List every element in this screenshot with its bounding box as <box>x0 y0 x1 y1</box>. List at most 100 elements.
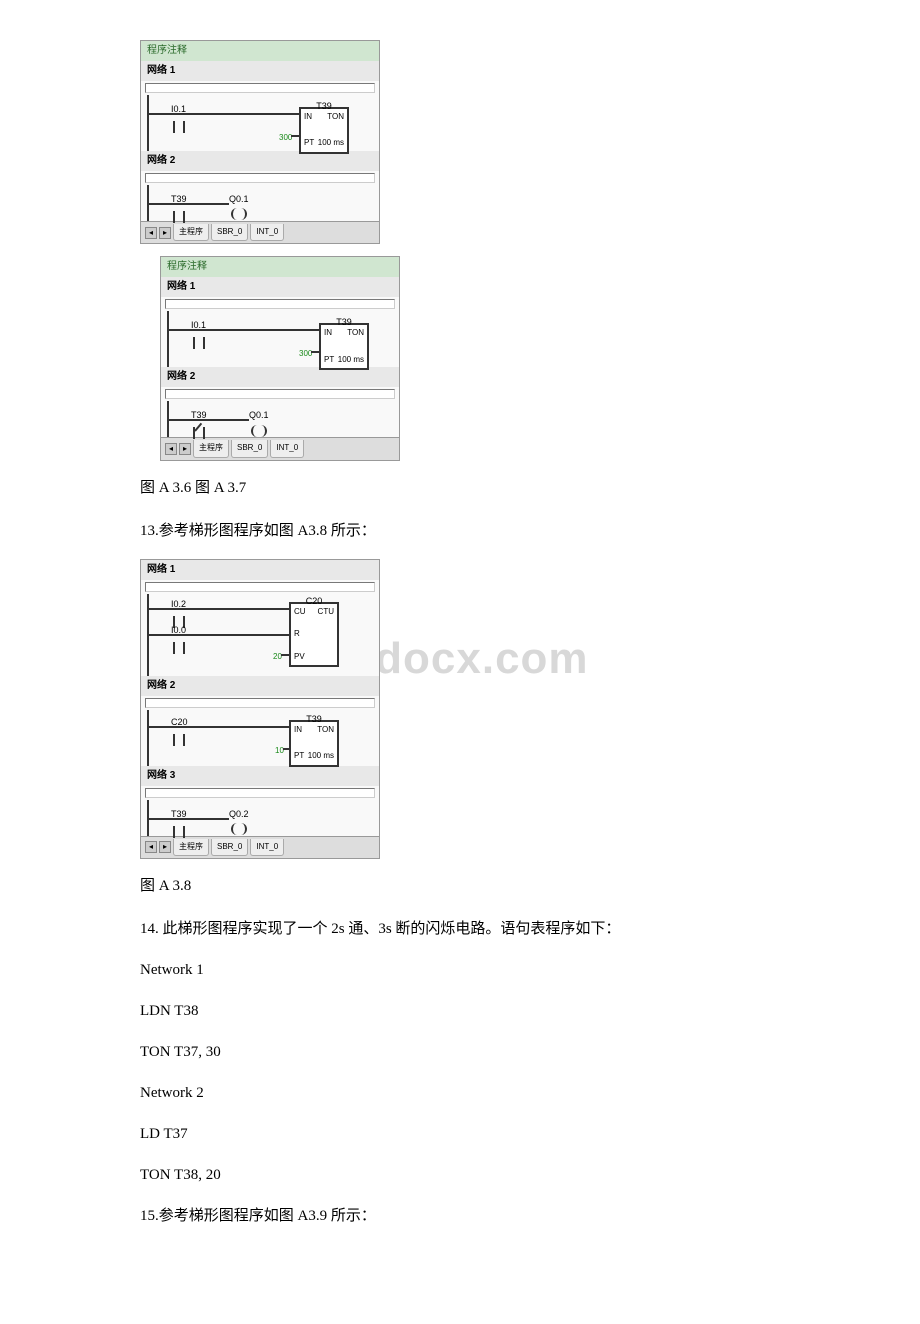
coil-q02: Q0.2 <box>229 806 249 840</box>
counter-preset: 20 <box>273 650 282 664</box>
counter-cu-pin: CU <box>294 605 306 619</box>
tab-sbr0[interactable]: SBR_0 <box>211 839 248 856</box>
network-body: T39 Q0.1 <box>141 185 379 221</box>
ladder-figure-a38: 网络 1 I0.2 I0.0 C20 CUCTU R PV <box>140 559 380 859</box>
network-comment-field <box>145 582 375 592</box>
contact-i01: I0.1 <box>171 101 186 134</box>
timer-name: T39 <box>306 711 322 727</box>
stl-line-2: LDN T38 <box>140 998 780 1025</box>
timer-in-pin: IN <box>294 723 302 737</box>
tab-sbr0[interactable]: SBR_0 <box>231 440 268 457</box>
timer-pt-pin: PT <box>324 353 334 367</box>
ladder-figure-a36: 程序注释 网络 1 I0.1 T39 INTON PT100 ms 300 网络… <box>140 40 380 244</box>
tab-nav-right[interactable]: ▸ <box>159 227 171 239</box>
ladder-figure-a37: 程序注释 网络 1 I0.1 T39 INTON PT100 ms 300 网络… <box>160 256 400 460</box>
power-rail <box>147 710 149 766</box>
network-body: C20 T39 INTON PT100 ms 10 <box>141 710 379 766</box>
network-title: 网络 1 <box>161 277 399 297</box>
network-comment-field <box>165 299 395 309</box>
timer-preset: 300 <box>299 347 312 361</box>
network-title: 网络 1 <box>141 61 379 81</box>
contact-i01: I0.1 <box>191 317 206 350</box>
timer-name: T39 <box>316 98 332 114</box>
contact-label: I0.1 <box>191 317 206 333</box>
contact-label: T39 <box>171 806 187 822</box>
caption-a36-a37: 图 A 3.6 图 A 3.7 <box>140 475 780 502</box>
network-3: 网络 3 T39 Q0.2 <box>141 766 379 836</box>
network-2: 网络 2 T39 Q0.1 <box>161 367 399 437</box>
program-comment-header: 程序注释 <box>161 257 399 277</box>
network-comment-field <box>145 173 375 183</box>
power-rail <box>147 95 149 151</box>
network-title: 网络 2 <box>161 367 399 387</box>
timer-pt-pin: PT <box>304 136 314 150</box>
contact-i00: I0.0 <box>171 622 186 655</box>
network-comment-field <box>145 698 375 708</box>
contact-label: C20 <box>171 714 188 730</box>
timer-pt-pin: PT <box>294 749 304 763</box>
caption-a38: 图 A 3.8 <box>140 873 780 900</box>
contact-label: I0.2 <box>171 596 186 612</box>
contact-label: I0.0 <box>171 622 186 638</box>
counter-name: C20 <box>306 593 323 609</box>
coil-q01: Q0.1 <box>249 407 269 441</box>
tab-sbr0[interactable]: SBR_0 <box>211 224 248 241</box>
contact-t39-nc: T39 <box>191 407 207 440</box>
counter-r-pin: R <box>294 627 300 641</box>
power-rail <box>167 311 169 367</box>
network-1: 网络 1 I0.1 T39 INTON PT100 ms 300 <box>161 277 399 367</box>
network-comment-field <box>145 83 375 93</box>
tab-nav-left[interactable]: ◂ <box>165 443 177 455</box>
contact-c20: C20 <box>171 714 188 747</box>
timer-in-pin: IN <box>324 326 332 340</box>
network-body: T39 Q0.2 <box>141 800 379 836</box>
tab-nav-left[interactable]: ◂ <box>145 227 157 239</box>
tab-nav-left[interactable]: ◂ <box>145 841 157 853</box>
network-title: 网络 2 <box>141 151 379 171</box>
timer-base: 100 ms <box>338 353 364 367</box>
tab-int0[interactable]: INT_0 <box>250 839 284 856</box>
paragraph-13: 13.参考梯形图程序如图 A3.8 所示： <box>140 518 780 545</box>
timer-in-pin: IN <box>304 110 312 124</box>
coil-label: Q0.2 <box>229 806 249 822</box>
timer-base: 100 ms <box>318 136 344 150</box>
tab-int0[interactable]: INT_0 <box>270 440 304 457</box>
timer-block: T39 INTON PT100 ms <box>299 107 349 154</box>
timer-name: T39 <box>336 314 352 330</box>
timer-block: T39 INTON PT100 ms <box>319 323 369 370</box>
paragraph-15: 15.参考梯形图程序如图 A3.9 所示： <box>140 1203 780 1230</box>
contact-t39: T39 <box>171 806 187 839</box>
network-title: 网络 3 <box>141 766 379 786</box>
coil-label: Q0.1 <box>229 191 249 207</box>
tab-nav-right[interactable]: ▸ <box>179 443 191 455</box>
contact-label: I0.1 <box>171 101 186 117</box>
paragraph-14: 14. 此梯形图程序实现了一个 2s 通、3s 断的闪烁电路。语句表程序如下： <box>140 916 780 943</box>
network-1: 网络 1 I0.2 I0.0 C20 CUCTU R PV <box>141 560 379 676</box>
counter-block: C20 CUCTU R PV <box>289 602 339 667</box>
network-title: 网络 2 <box>141 676 379 696</box>
network-comment-field <box>145 788 375 798</box>
network-body: I0.1 T39 INTON PT100 ms 300 <box>161 311 399 367</box>
stl-line-1: Network 1 <box>140 957 780 984</box>
network-2: 网络 2 C20 T39 INTON PT100 ms 10 <box>141 676 379 766</box>
network-body: I0.1 T39 INTON PT100 ms 300 <box>141 95 379 151</box>
tab-int0[interactable]: INT_0 <box>250 224 284 241</box>
timer-preset: 10 <box>275 744 284 758</box>
coil-q01: Q0.1 <box>229 191 249 225</box>
network-comment-field <box>165 389 395 399</box>
tab-nav-right[interactable]: ▸ <box>159 841 171 853</box>
tab-main[interactable]: 主程序 <box>173 839 209 856</box>
timer-block: T39 INTON PT100 ms <box>289 720 339 767</box>
stl-line-3: TON T37, 30 <box>140 1039 780 1066</box>
coil-label: Q0.1 <box>249 407 269 423</box>
tab-main[interactable]: 主程序 <box>173 224 209 241</box>
stl-line-6: TON T38, 20 <box>140 1162 780 1189</box>
tab-main[interactable]: 主程序 <box>193 440 229 457</box>
stl-line-5: LD T37 <box>140 1121 780 1148</box>
program-comment-header: 程序注释 <box>141 41 379 61</box>
network-1: 网络 1 I0.1 T39 INTON PT100 ms 300 <box>141 61 379 151</box>
contact-t39: T39 <box>171 191 187 224</box>
timer-preset: 300 <box>279 131 292 145</box>
network-body: I0.2 I0.0 C20 CUCTU R PV 20 <box>141 594 379 676</box>
network-body: T39 Q0.1 <box>161 401 399 437</box>
